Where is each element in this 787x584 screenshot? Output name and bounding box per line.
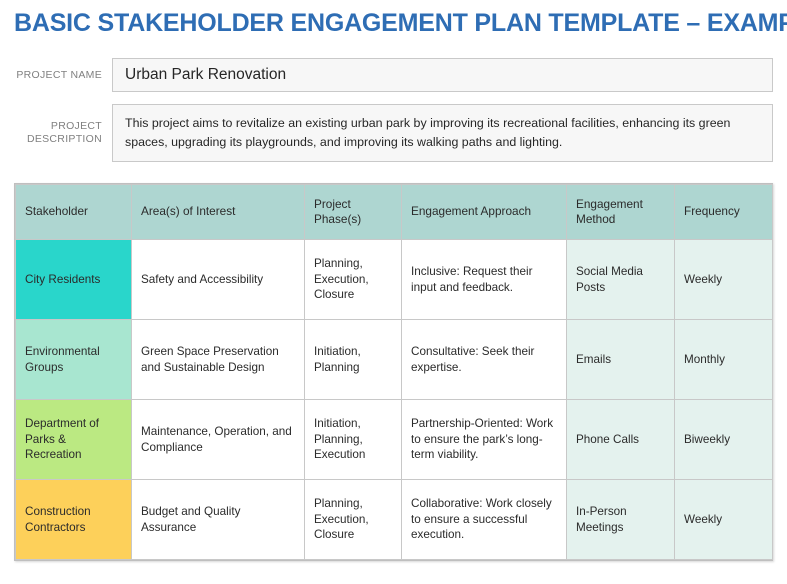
cell-project-phases: Initiation, Planning, Execution bbox=[304, 399, 402, 480]
project-name-row: Project Name Urban Park Renovation bbox=[14, 58, 773, 92]
cell-frequency: Weekly bbox=[674, 479, 773, 560]
cell-project-phases: Planning, Execution, Closure bbox=[304, 239, 402, 320]
page-title: Basic Stakeholder Engagement Plan Templa… bbox=[14, 9, 787, 37]
cell-frequency: Monthly bbox=[674, 319, 773, 400]
column-header-engagement-method: Engagement Method bbox=[566, 184, 675, 240]
cell-engagement-approach: Consultative: Seek their expertise. bbox=[401, 319, 567, 400]
project-name-label: Project Name bbox=[16, 68, 102, 81]
column-header-stakeholder: Stakeholder bbox=[15, 184, 132, 240]
table-row: City Residents Safety and Accessibility … bbox=[15, 239, 773, 320]
cell-area-of-interest: Safety and Accessibility bbox=[131, 239, 305, 320]
column-header-project-phases: Project Phase(s) bbox=[304, 184, 402, 240]
project-name-input[interactable]: Urban Park Renovation bbox=[112, 58, 773, 92]
cell-area-of-interest: Green Space Preservation and Sustainable… bbox=[131, 319, 305, 400]
cell-stakeholder: Environmental Groups bbox=[15, 319, 132, 400]
column-header-area-of-interest: Area(s) of Interest bbox=[131, 184, 305, 240]
cell-engagement-method: Emails bbox=[566, 319, 675, 400]
stakeholder-engagement-table: Stakeholder Area(s) of Interest Project … bbox=[14, 183, 773, 561]
project-description-input[interactable]: This project aims to revitalize an exist… bbox=[112, 104, 773, 162]
cell-project-phases: Planning, Execution, Closure bbox=[304, 479, 402, 560]
cell-frequency: Biweekly bbox=[674, 399, 773, 480]
cell-engagement-approach: Collaborative: Work closely to ensure a … bbox=[401, 479, 567, 560]
cell-engagement-method: Phone Calls bbox=[566, 399, 675, 480]
cell-engagement-approach: Partnership-Oriented: Work to ensure the… bbox=[401, 399, 567, 480]
column-header-frequency: Frequency bbox=[674, 184, 773, 240]
table-row: Environmental Groups Green Space Preserv… bbox=[15, 319, 773, 400]
table-row: Department of Parks & Recreation Mainten… bbox=[15, 399, 773, 480]
cell-stakeholder: Construction Contractors bbox=[15, 479, 132, 560]
cell-area-of-interest: Maintenance, Operation, and Compliance bbox=[131, 399, 305, 480]
cell-project-phases: Initiation, Planning bbox=[304, 319, 402, 400]
table-row: Construction Contractors Budget and Qual… bbox=[15, 479, 773, 560]
project-description-label: Project Description bbox=[26, 120, 102, 145]
cell-stakeholder: City Residents bbox=[15, 239, 132, 320]
cell-engagement-approach: Inclusive: Request their input and feedb… bbox=[401, 239, 567, 320]
table-header-row: Stakeholder Area(s) of Interest Project … bbox=[15, 184, 773, 240]
project-description-row: Project Description This project aims to… bbox=[14, 104, 773, 162]
column-header-engagement-approach: Engagement Approach bbox=[401, 184, 567, 240]
cell-frequency: Weekly bbox=[674, 239, 773, 320]
cell-engagement-method: In-Person Meetings bbox=[566, 479, 675, 560]
cell-engagement-method: Social Media Posts bbox=[566, 239, 675, 320]
cell-area-of-interest: Budget and Quality Assurance bbox=[131, 479, 305, 560]
cell-stakeholder: Department of Parks & Recreation bbox=[15, 399, 132, 480]
